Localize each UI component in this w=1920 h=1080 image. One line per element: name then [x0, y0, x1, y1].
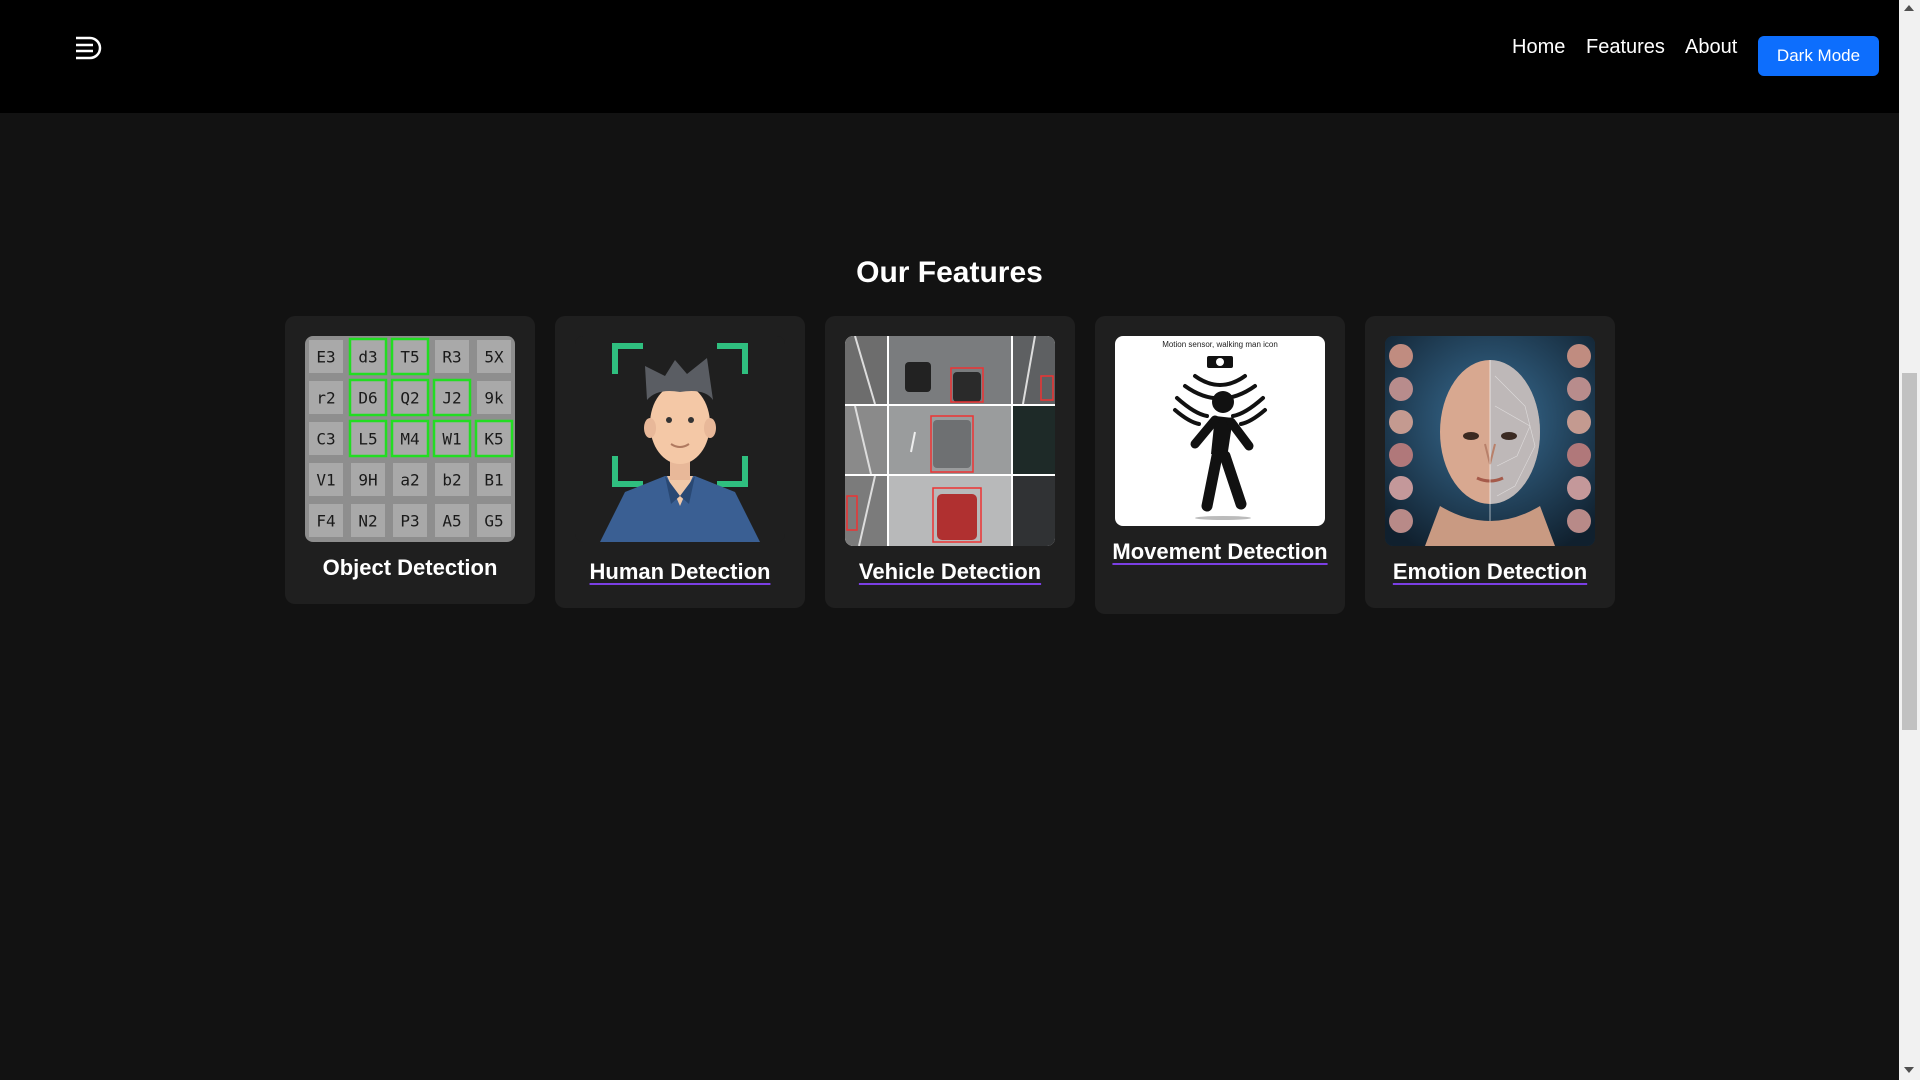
grid-character: r2	[316, 389, 335, 408]
face-scan-person-image	[575, 336, 785, 542]
grid-character: R3	[442, 348, 461, 367]
grid-character: N2	[358, 512, 377, 531]
dark-mode-button[interactable]: Dark Mode	[1758, 36, 1879, 76]
grid-character: 9H	[358, 471, 377, 490]
grid-character: Q2	[400, 389, 419, 408]
feature-card-vehicle-detection[interactable]: Vehicle Detection	[825, 316, 1075, 608]
top-navbar: Home Features About Dark Mode	[0, 0, 1899, 113]
face-emotion-mesh-image	[1385, 336, 1595, 546]
grid-character: M4	[400, 430, 419, 449]
feature-card-movement-detection[interactable]: Motion sensor, walking man icon Movement…	[1095, 316, 1345, 614]
grid-character: G5	[484, 512, 503, 531]
scrollbar-thumb[interactable]	[1902, 373, 1917, 730]
side-face-thumbnail	[1389, 344, 1413, 368]
feature-card-human-detection[interactable]: Human Detection	[555, 316, 805, 608]
grid-character: A5	[442, 512, 461, 531]
side-face-thumbnail	[1567, 410, 1591, 434]
feature-label: Vehicle Detection	[858, 559, 1042, 584]
grid-character: K5	[484, 430, 503, 449]
feature-label: Movement Detection	[1112, 539, 1328, 564]
grid-character: b2	[442, 471, 461, 490]
grid-character: 9k	[484, 389, 504, 408]
grid-character: B1	[484, 471, 503, 490]
nav-home-link[interactable]: Home	[1512, 36, 1565, 59]
grid-character: E3	[316, 348, 335, 367]
feature-label: Object Detection	[322, 555, 498, 580]
character-grid-detection-image: E3 d3 T5 R3 5X r2 D6 Q2 J2 9k C3 L5 M4 W1 K5 V1 9H a2 b2 B1…	[305, 336, 515, 542]
scroll-up-arrow-icon[interactable]	[1904, 5, 1914, 11]
grid-character: L5	[358, 430, 377, 449]
grid-character: W1	[442, 430, 461, 449]
grid-character: D6	[358, 389, 377, 408]
grid-character: a2	[400, 471, 419, 490]
side-face-thumbnail	[1389, 410, 1413, 434]
side-face-thumbnail	[1567, 476, 1591, 500]
side-face-thumbnail	[1567, 377, 1591, 401]
feature-card-emotion-detection[interactable]: Emotion Detection	[1365, 316, 1615, 608]
grid-character: T5	[400, 348, 419, 367]
feature-card-object-detection[interactable]: E3 d3 T5 R3 5X r2 D6 Q2 J2 9k C3 L5 M4 W1 K5 V1 9H a2 b2 B1…	[285, 316, 535, 604]
nav-about-link[interactable]: About	[1685, 36, 1737, 59]
side-face-thumbnail	[1389, 476, 1413, 500]
grid-character: d3	[358, 348, 377, 367]
side-face-thumbnail	[1567, 443, 1591, 467]
grid-character: C3	[316, 430, 335, 449]
grid-character: V1	[316, 471, 335, 490]
features-heading: Our Features	[856, 256, 1043, 289]
side-face-thumbnail	[1567, 344, 1591, 368]
grid-character: J2	[442, 389, 461, 408]
nav-features-link[interactable]: Features	[1586, 36, 1665, 59]
scroll-down-arrow-icon[interactable]	[1904, 1067, 1914, 1073]
feature-label: Emotion Detection	[1392, 559, 1588, 584]
grid-character: F4	[316, 512, 335, 531]
feature-label: Human Detection	[589, 559, 771, 584]
page-scrollbar[interactable]	[1899, 0, 1920, 1080]
side-face-thumbnail	[1389, 509, 1413, 533]
motion-sensor-walking-man-image: Motion sensor, walking man icon	[1115, 336, 1325, 526]
grid-character: P3	[400, 512, 419, 531]
side-face-thumbnail	[1567, 509, 1591, 533]
main-nav: Home Features About	[0, 36, 1899, 76]
side-face-thumbnail	[1389, 377, 1413, 401]
grid-character: 5X	[484, 348, 504, 367]
traffic-camera-grid-image	[845, 336, 1055, 546]
side-face-thumbnail	[1389, 443, 1413, 467]
